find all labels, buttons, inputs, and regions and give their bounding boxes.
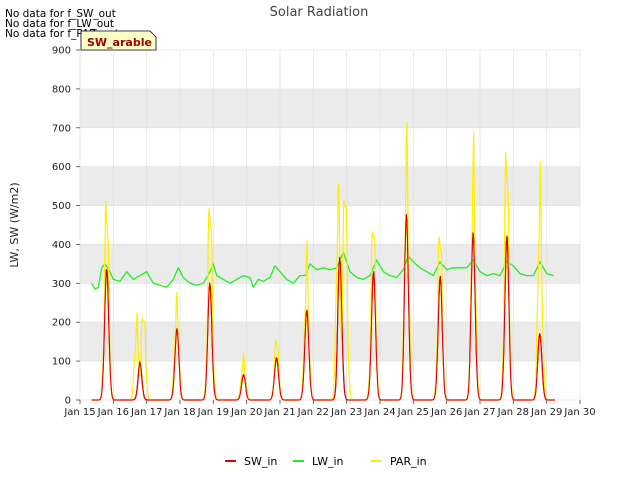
x-tick-label: Jan 27 — [463, 407, 495, 418]
y-tick-label: 800 — [52, 84, 71, 95]
legend: SW_in LW_in PAR_in — [225, 455, 427, 468]
y-tick-label: 900 — [52, 46, 71, 57]
x-tick-label: Jan 19 — [197, 407, 229, 418]
x-tick-label: Jan 28 — [497, 407, 529, 418]
x-tick-label: Jan 18 — [163, 407, 195, 418]
badge: SW_arable — [80, 30, 157, 51]
legend-label-sw-in: SW_in — [244, 455, 277, 468]
x-tick-label: Jan 30 — [563, 407, 595, 418]
x-tick-label: Jan 29 — [530, 407, 562, 418]
solar-radiation-chart: Solar Radiation 0 100 200 300 400 500 600 700 80… — [8, 5, 596, 468]
y-tick-label: 700 — [52, 123, 71, 134]
legend-label-lw-in: LW_in — [312, 455, 344, 468]
badge-label: SW_arable — [87, 36, 152, 49]
x-tick-label: Jan 25 — [397, 407, 429, 418]
x-tick-label: Jan 22 — [297, 407, 329, 418]
x-tick-label: Jan 17 — [130, 407, 162, 418]
y-axis: 0 100 200 300 400 500 600 700 800 900 — [52, 46, 80, 407]
y-tick-label: 100 — [52, 357, 71, 368]
y-tick-label: 0 — [65, 396, 71, 407]
x-tick-label: Jan 24 — [363, 407, 395, 418]
y-axis-title: LW, SW (W/m2) — [8, 182, 21, 267]
y-tick-label: 400 — [52, 240, 71, 251]
grid-band — [80, 88, 580, 128]
y-tick-label: 200 — [52, 318, 71, 329]
y-tick-label: 500 — [52, 201, 71, 212]
chart-title: Solar Radiation — [270, 5, 369, 20]
legend-label-par-in: PAR_in — [390, 455, 427, 468]
x-tick-label: Jan 26 — [430, 407, 462, 418]
x-tick-label: Jan 20 — [230, 407, 262, 418]
x-tick-label: Jan 21 — [263, 407, 295, 418]
x-tick-label: Jan 23 — [330, 407, 362, 418]
grid-band — [80, 322, 580, 362]
x-tick-label: Jan 15 — [63, 407, 95, 418]
y-tick-label: 600 — [52, 162, 71, 173]
x-axis: Jan 15 Jan 16 Jan 17 Jan 18 Jan 19 Jan 20 Jan … — [63, 400, 596, 418]
y-tick-label: 300 — [52, 279, 71, 290]
x-tick-label: Jan 16 — [97, 407, 129, 418]
